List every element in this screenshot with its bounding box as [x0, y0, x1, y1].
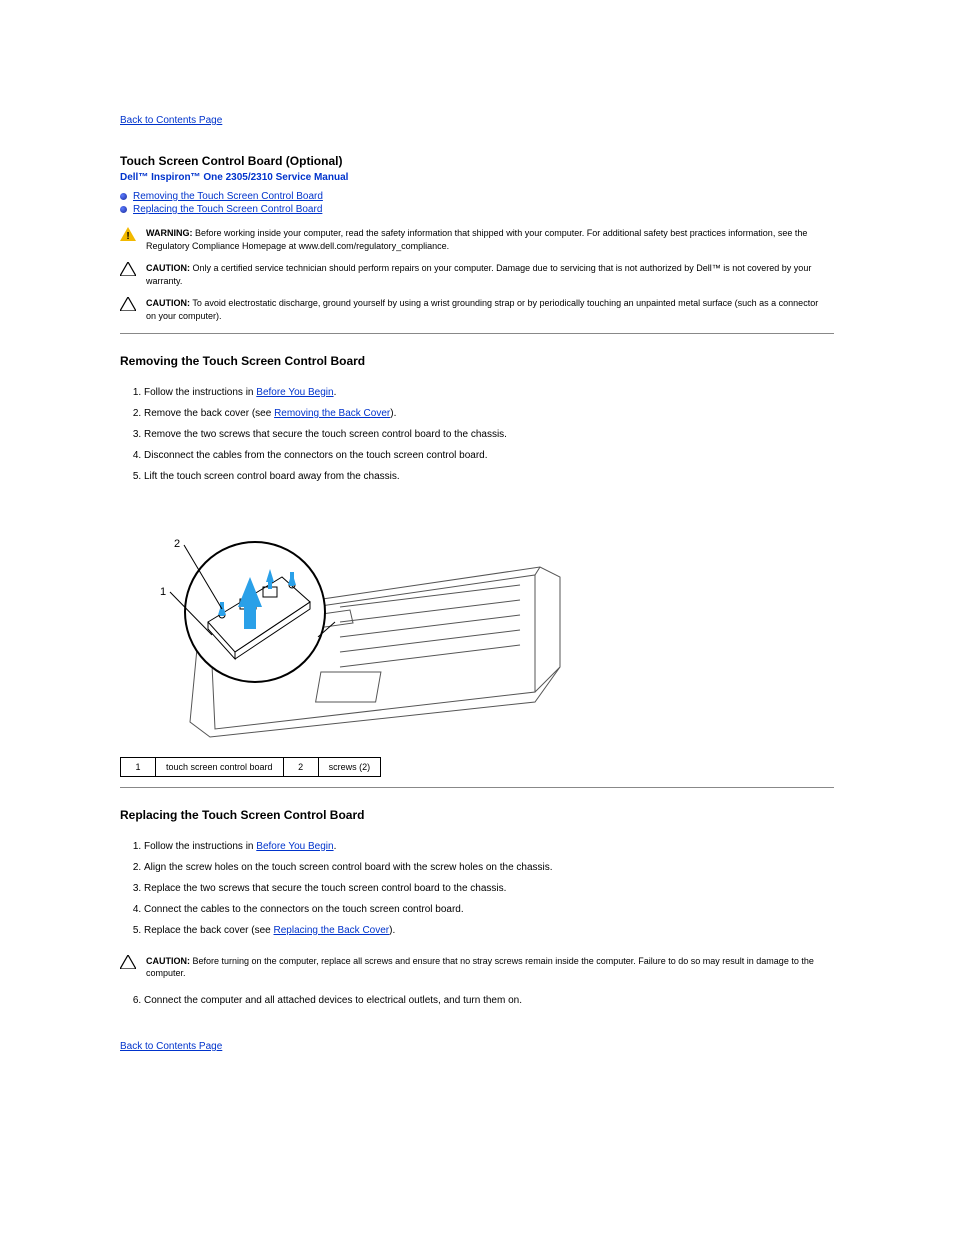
callout-desc: screws (2): [318, 757, 381, 776]
step-text: Disconnect the cables from the connector…: [144, 450, 488, 461]
step-link[interactable]: Replacing the Back Cover: [274, 925, 390, 936]
step-text: Lift the touch screen control board away…: [144, 471, 400, 482]
toc-replace-link[interactable]: Replacing the Touch Screen Control Board: [133, 204, 322, 215]
step-item: Align the screw holes on the touch scree…: [144, 857, 834, 878]
back-to-contents-link-bottom[interactable]: Back to Contents Page: [120, 1041, 222, 1052]
callout-label-1: 1: [160, 586, 166, 598]
caution-admonition: CAUTION: Before turning on the computer,…: [120, 955, 834, 980]
step-item: Remove the back cover (see Removing the …: [144, 403, 834, 424]
caution-admonition: CAUTION: Only a certified service techni…: [120, 262, 834, 287]
step-link[interactable]: Before You Begin: [256, 387, 333, 398]
step-item: Replace the back cover (see Replacing th…: [144, 920, 834, 941]
step-item: Remove the two screws that secure the to…: [144, 424, 834, 445]
step-item: Connect the computer and all attached de…: [144, 990, 834, 1011]
remove-steps: Follow the instructions in Before You Be…: [120, 382, 834, 487]
step-text: .: [334, 387, 337, 398]
caution-text: CAUTION: To avoid electrostatic discharg…: [146, 297, 834, 322]
step-text: .: [334, 841, 337, 852]
caution-icon: [120, 262, 136, 276]
page-title: Touch Screen Control Board (Optional): [120, 154, 834, 168]
step-item: Follow the instructions in Before You Be…: [144, 836, 834, 857]
step-text: Align the screw holes on the touch scree…: [144, 862, 553, 873]
step-link[interactable]: Removing the Back Cover: [274, 408, 390, 419]
step-item: Disconnect the cables from the connector…: [144, 445, 834, 466]
caution-body: To avoid electrostatic discharge, ground…: [146, 298, 818, 321]
callout-num: 1: [121, 757, 156, 776]
figure-illustration: 2 1: [140, 507, 570, 747]
step-item: Follow the instructions in Before You Be…: [144, 382, 834, 403]
caution-body: Only a certified service technician shou…: [146, 263, 811, 286]
toc-item: Replacing the Touch Screen Control Board: [120, 204, 834, 215]
warning-admonition: ! WARNING: Before working inside your co…: [120, 227, 834, 252]
caution-text: CAUTION: Only a certified service techni…: [146, 262, 834, 287]
caution-icon: [120, 297, 136, 311]
caution-label: CAUTION:: [146, 263, 190, 273]
bullet-icon: [120, 206, 127, 213]
step-text: Replace the back cover (see: [144, 925, 274, 936]
manual-line: Dell™ Inspiron™ One 2305/2310 Service Ma…: [120, 172, 834, 183]
step-link[interactable]: Before You Begin: [256, 841, 333, 852]
step-item: Replace the two screws that secure the t…: [144, 878, 834, 899]
section-heading-replace: Replacing the Touch Screen Control Board: [120, 808, 834, 822]
step-text: Follow the instructions in: [144, 387, 256, 398]
caution-label: CAUTION:: [146, 298, 190, 308]
callout-label-2: 2: [174, 538, 180, 550]
step-item: Lift the touch screen control board away…: [144, 466, 834, 487]
divider: [120, 333, 834, 334]
page-title-text: Touch Screen Control Board (Optional): [120, 154, 342, 168]
caution-icon: [120, 955, 136, 969]
back-to-contents-link[interactable]: Back to Contents Page: [120, 115, 222, 126]
toc-list: Removing the Touch Screen Control Board …: [120, 191, 834, 215]
step-text: Replace the two screws that secure the t…: [144, 883, 506, 894]
step-text: Remove the back cover (see: [144, 408, 274, 419]
caution-text: CAUTION: Before turning on the computer,…: [146, 955, 834, 980]
step-text: ).: [390, 408, 396, 419]
toc-item: Removing the Touch Screen Control Board: [120, 191, 834, 202]
callout-table: 1 touch screen control board 2 screws (2…: [120, 757, 381, 777]
toc-remove-link[interactable]: Removing the Touch Screen Control Board: [133, 191, 323, 202]
warning-body: Before working inside your computer, rea…: [146, 228, 807, 251]
caution-label: CAUTION:: [146, 956, 190, 966]
step-text: Remove the two screws that secure the to…: [144, 429, 507, 440]
svg-text:!: !: [126, 231, 129, 241]
bullet-icon: [120, 193, 127, 200]
step-item: Connect the cables to the connectors on …: [144, 899, 834, 920]
divider: [120, 787, 834, 788]
caution-admonition: CAUTION: To avoid electrostatic discharg…: [120, 297, 834, 322]
warning-label: WARNING:: [146, 228, 193, 238]
callout-desc: touch screen control board: [156, 757, 284, 776]
caution-body: Before turning on the computer, replace …: [146, 956, 814, 979]
callout-num: 2: [283, 757, 318, 776]
replace-steps-cont: Connect the computer and all attached de…: [120, 990, 834, 1011]
warning-text: WARNING: Before working inside your comp…: [146, 227, 834, 252]
replace-steps: Follow the instructions in Before You Be…: [120, 836, 834, 941]
step-text: Connect the cables to the connectors on …: [144, 904, 464, 915]
step-text: Follow the instructions in: [144, 841, 256, 852]
section-heading-remove: Removing the Touch Screen Control Board: [120, 354, 834, 368]
warning-icon: !: [120, 227, 136, 241]
step-text: ).: [389, 925, 395, 936]
